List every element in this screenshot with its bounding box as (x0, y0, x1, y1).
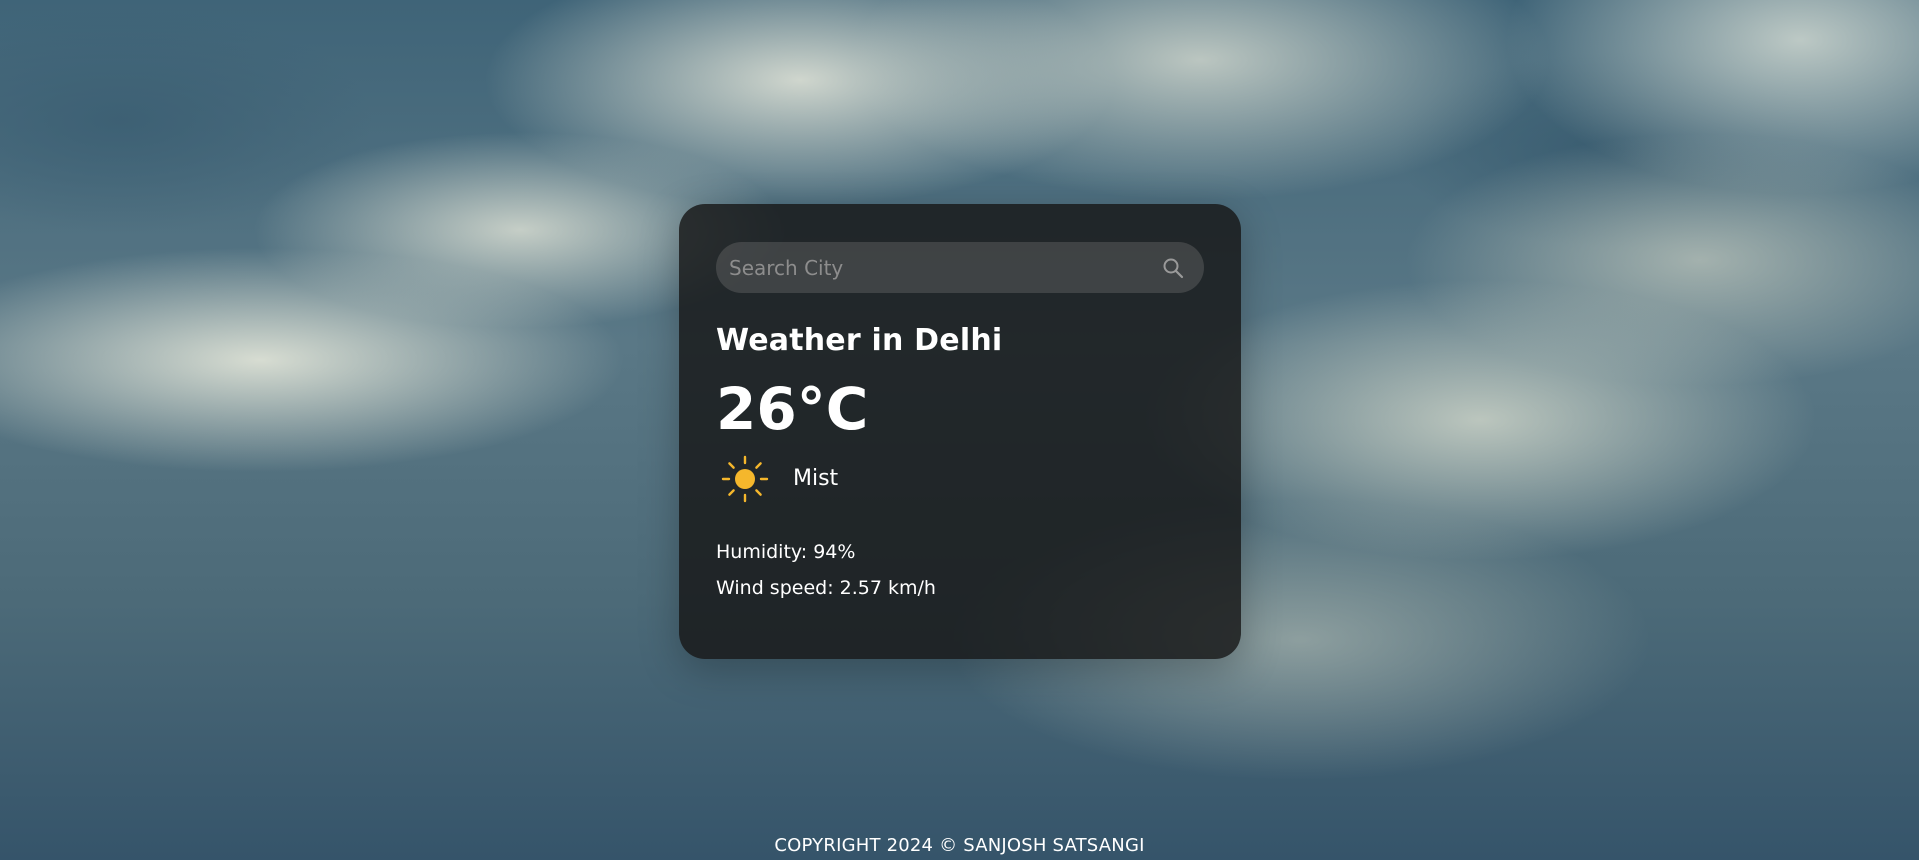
search-icon (1163, 258, 1184, 278)
weather-app: { "search": { "placeholder": "Search Cit… (0, 0, 1919, 860)
footer-copyright: COPYRIGHT 2024 © SANJOSH SATSANGI (774, 835, 1145, 856)
wind-speed-text: Wind speed: 2.57 km/h (716, 576, 936, 599)
temperature: 26°C (716, 375, 869, 443)
weather-card: Weather in Delhi 26°C Mist Humidity: 94%… (679, 204, 1241, 659)
search-input[interactable] (729, 255, 1158, 280)
weather-stats: Humidity: 94% Wind speed: 2.57 km/h (716, 534, 1204, 606)
search-bar (716, 242, 1204, 293)
condition-text: Mist (793, 466, 839, 492)
city-title: Weather in Delhi (716, 323, 1003, 358)
search-button[interactable] (1158, 253, 1188, 283)
humidity-text: Humidity: 94% (716, 540, 856, 563)
sun-icon (721, 455, 769, 502)
condition-row: Mist (716, 454, 1204, 504)
